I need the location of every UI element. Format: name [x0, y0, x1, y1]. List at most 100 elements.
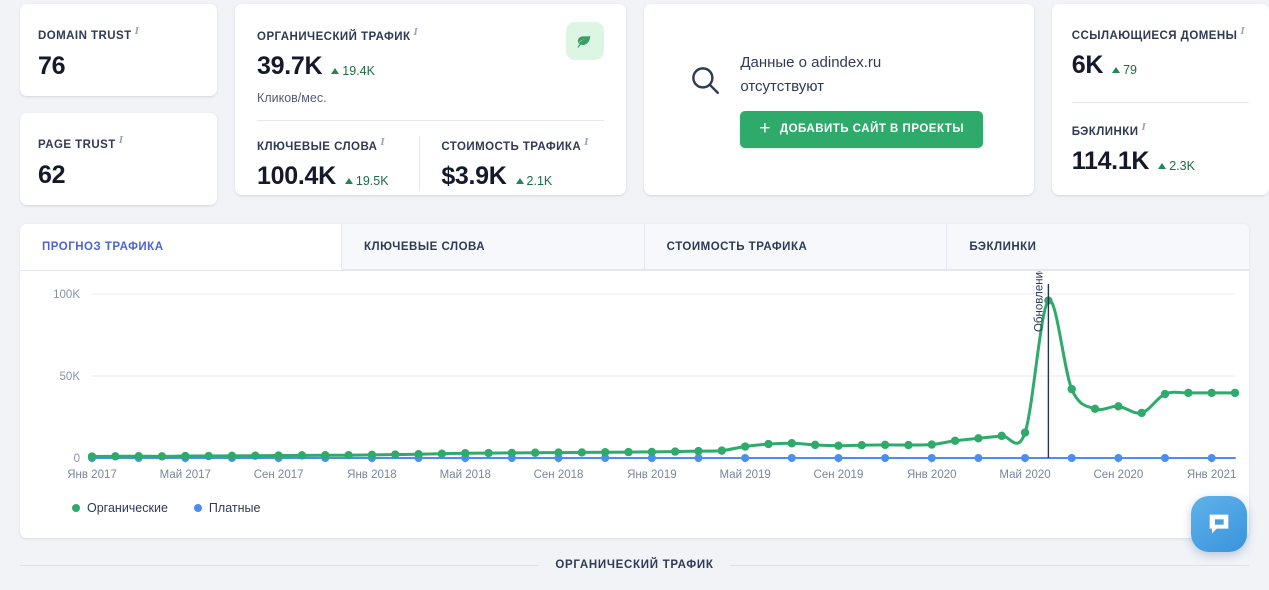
info-icon[interactable]: i: [414, 26, 419, 38]
no-data-card: Данные о adindex.ru отсутствуют + ДОБАВИТ…: [643, 4, 1034, 200]
svg-text:Сен 2018: Сен 2018: [534, 469, 584, 481]
no-data-content: Данные о adindex.ru отсутствуют + ДОБАВИТ…: [688, 51, 984, 148]
organic-traffic-label-text: ОРГАНИЧЕСКИЙ ТРАФИК: [257, 30, 411, 43]
svg-text:Янв 2018: Янв 2018: [347, 469, 397, 481]
svg-text:Янв 2017: Янв 2017: [67, 469, 117, 481]
tab-backlinks[interactable]: БЭКЛИНКИ: [947, 224, 1249, 270]
legend-dot-paid: [193, 504, 202, 512]
leaf-icon: [577, 35, 591, 48]
svg-text:Янв 2019: Янв 2019: [627, 469, 677, 481]
svg-text:100K: 100K: [53, 289, 80, 301]
backlinks-card: ССЫЛАЮЩИЕСЯ ДОМЕНЫ i 6K 79 БЭКЛИНКИ i 114.…: [1051, 4, 1269, 195]
domain-trust-label-text: DOMAIN TRUST: [38, 29, 132, 42]
tab-traffic-cost[interactable]: СТОИМОСТЬ ТРАФИКА: [644, 224, 948, 270]
divider-rule-right: [729, 564, 1250, 566]
metric-cards-row: DOMAIN TRUST i 76 PAGE TRUST i 62 ОРГАНИЧЕ…: [0, 0, 1269, 212]
keywords-delta-value: 19.5K: [355, 173, 389, 188]
keywords-value-row: 100.4K 19.5K: [257, 162, 419, 191]
page-trust-label-text: PAGE TRUST: [38, 138, 116, 151]
plus-icon: +: [759, 117, 771, 139]
info-icon[interactable]: i: [1141, 121, 1146, 133]
organic-traffic-sublabel: Кликов/мес.: [257, 90, 327, 105]
svg-text:Май 2020: Май 2020: [999, 469, 1050, 481]
info-icon[interactable]: i: [1240, 25, 1245, 37]
tab-keywords[interactable]: КЛЮЧЕВЫЕ СЛОВА: [342, 224, 645, 270]
keywords-value: 100.4K: [257, 161, 336, 190]
traffic-chart: 0 50K 100K Янв 2017 Май 2017 Сен 2017 Янв 2018…: [20, 271, 1249, 537]
legend-item-organic[interactable]: Органические: [72, 501, 168, 515]
ref-domains-delta: 79: [1112, 63, 1137, 77]
chat-widget-button[interactable]: [1191, 496, 1247, 552]
svg-text:0: 0: [74, 453, 80, 465]
leaf-badge: [565, 22, 604, 60]
info-icon[interactable]: i: [119, 134, 124, 146]
backlinks-value: 114.1K: [1071, 146, 1150, 175]
traffic-cost-delta: 2.1K: [515, 173, 553, 188]
legend-dot-organic: [72, 504, 80, 512]
svg-text:Сен 2019: Сен 2019: [814, 469, 864, 481]
ref-domains-value-row: 6K 79: [1072, 51, 1249, 80]
section-divider-organic-traffic: ОРГАНИЧЕСКИЙ ТРАФИК: [20, 559, 1250, 571]
no-data-message: Данные о adindex.ru отсутствуют: [740, 54, 882, 95]
traffic-cost-value-row: $3.9K 2.1K: [441, 162, 603, 191]
triangle-up-icon: [331, 67, 340, 74]
divider-rule-left: [20, 564, 540, 566]
traffic-cost-delta-value: 2.1K: [526, 173, 553, 188]
add-site-button-label: ДОБАВИТЬ САЙТ В ПРОЕКТЫ: [779, 123, 965, 136]
triangle-up-icon: [1112, 66, 1121, 73]
domain-trust-accent-bar: [24, 92, 214, 101]
svg-text:Май 2018: Май 2018: [440, 469, 491, 481]
domain-trust-label: DOMAIN TRUST i: [38, 25, 217, 42]
svg-text:Сен 2020: Сен 2020: [1093, 469, 1143, 481]
search-icon: [692, 67, 720, 95]
domain-trust-value: 76: [38, 51, 66, 80]
domain-trust-card: DOMAIN TRUST i 76: [20, 4, 218, 101]
info-icon[interactable]: i: [380, 136, 385, 148]
organic-traffic-delta-value: 19.4K: [342, 63, 375, 78]
page-trust-label: PAGE TRUST i: [38, 134, 217, 151]
add-site-to-projects-button[interactable]: + ДОБАВИТЬ САЙТ В ПРОЕКТЫ: [740, 110, 984, 148]
info-icon[interactable]: i: [135, 25, 140, 37]
svg-text:Янв 2021: Янв 2021: [1187, 469, 1237, 481]
traffic-cost-label-text: СТОИМОСТЬ ТРАФИКА: [441, 140, 582, 153]
page-trust-accent-bar: [24, 201, 214, 210]
organic-traffic-delta: 19.4K: [331, 64, 375, 78]
ref-domains-label: ССЫЛАЮЩИЕСЯ ДОМЕНЫ i: [1072, 25, 1249, 42]
svg-text:Сен 2017: Сен 2017: [254, 469, 304, 481]
page-trust-card: PAGE TRUST i 62: [20, 113, 218, 210]
traffic-cost-value: $3.9K: [441, 161, 507, 190]
keywords-delta: 19.5K: [344, 173, 389, 188]
ref-domains-delta-value: 79: [1123, 62, 1138, 77]
info-icon[interactable]: i: [584, 136, 589, 148]
organic-card-accent-bar: [239, 191, 622, 200]
triangle-up-icon: [515, 177, 524, 184]
organic-traffic-card: ОРГАНИЧЕСКИЙ ТРАФИК i 39.7K 19.4K Кликов/…: [235, 4, 626, 200]
triangle-up-icon: [344, 177, 353, 184]
keywords-label: КЛЮЧЕВЫЕ СЛОВА i: [257, 136, 419, 153]
backlinks-metric: БЭКЛИНКИ i 114.1K 2.3K: [1072, 121, 1249, 176]
svg-text:Янв 2020: Янв 2020: [907, 469, 957, 481]
no-data-card-accent-bar: [647, 191, 1030, 200]
organic-card-divider: [257, 119, 604, 121]
svg-text:Май 2017: Май 2017: [160, 469, 211, 481]
page-trust-value: 62: [38, 160, 66, 189]
traffic-cost-label: СТОИМОСТЬ ТРАФИКА i: [441, 136, 603, 153]
tab-traffic-forecast[interactable]: ПРОГНОЗ ТРАФИКА: [20, 224, 343, 270]
trust-cards-column: DOMAIN TRUST i 76 PAGE TRUST i 62: [20, 4, 218, 212]
backlinks-label: БЭКЛИНКИ i: [1072, 121, 1249, 138]
organic-traffic-header: ОРГАНИЧЕСКИЙ ТРАФИК i 39.7K 19.4K Кликов/…: [257, 22, 604, 105]
backlinks-delta: 2.3K: [1158, 159, 1195, 173]
backlinks-delta-value: 2.3K: [1169, 158, 1195, 173]
organic-traffic-label: ОРГАНИЧЕСКИЙ ТРАФИК i: [257, 26, 418, 43]
ref-domains-value: 6K: [1071, 50, 1104, 79]
keywords-label-text: КЛЮЧЕВЫЕ СЛОВА: [257, 140, 378, 153]
traffic-chart-svg: 0 50K 100K Янв 2017 Май 2017 Сен 2017 Янв 2018…: [53, 271, 1240, 481]
backlinks-value-row: 114.1K 2.3K: [1072, 147, 1249, 176]
organic-traffic-value: 39.7K: [257, 51, 323, 80]
organic-traffic-value-row: 39.7K 19.4K: [257, 52, 418, 81]
traffic-panel: ПРОГНОЗ ТРАФИКА КЛЮЧЕВЫЕ СЛОВА СТОИМОСТЬ…: [20, 224, 1249, 538]
triangle-up-icon: [1158, 162, 1167, 169]
legend-item-paid[interactable]: Платные: [193, 501, 260, 515]
ref-domains-label-text: ССЫЛАЮЩИЕСЯ ДОМЕНЫ: [1071, 29, 1238, 42]
legend-label-organic: Органические: [87, 501, 168, 515]
